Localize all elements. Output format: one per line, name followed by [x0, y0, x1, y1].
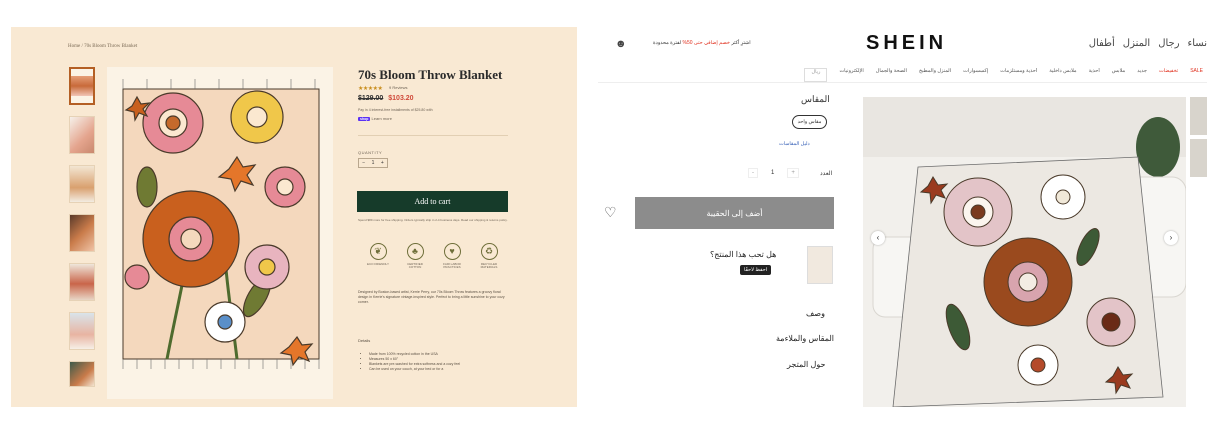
price-original: $129.00: [358, 95, 384, 102]
side-thumbnails: [1190, 97, 1207, 181]
add-to-bag-button[interactable]: أضف إلى الحقيبة: [635, 197, 834, 229]
category-item[interactable]: أحذية: [1089, 68, 1100, 82]
currency-select[interactable]: ريال: [804, 68, 828, 82]
category-item[interactable]: الصحة والجمال: [876, 68, 907, 82]
category-item[interactable]: SALE: [1190, 68, 1203, 82]
thumbnail-6[interactable]: [69, 312, 95, 350]
leaf-icon: ❦: [369, 243, 387, 260]
left-product-page: Home / 70s Bloom Throw Blanket 70s Bloom…: [11, 27, 577, 407]
badge-1: ❦ ECO FRIENDLY: [366, 243, 390, 270]
quantity-stepper: - 1 +: [748, 165, 806, 181]
product-title: 70s Bloom Throw Blanket: [358, 67, 503, 82]
product-photo[interactable]: ‹ ›: [863, 97, 1186, 407]
brand-logo[interactable]: SHEIN: [866, 32, 947, 55]
price-sale: $103.20: [388, 95, 414, 102]
recycle-icon: ♻: [480, 243, 498, 260]
qty-minus-button[interactable]: -: [748, 168, 758, 178]
breadcrumb[interactable]: Home / 70s Bloom Throw Blanket: [68, 44, 137, 49]
shipping-note: Spend $89 more for free shipping. Orders…: [358, 218, 508, 222]
details-heading: Details: [358, 338, 371, 343]
rating-stars[interactable]: ★★★★★: [358, 85, 383, 92]
tree-icon: ♣: [406, 243, 424, 260]
category-item[interactable]: تخفيضات: [1159, 68, 1178, 82]
shop-pay-logo: shop: [358, 117, 371, 121]
user-icon[interactable]: ☻: [615, 38, 627, 50]
promo-banner[interactable]: اشترِ أكثر خصم إضافي حتى 50% لفترة محدود…: [653, 40, 751, 46]
promo-suffix: لفترة محدودة: [653, 40, 682, 46]
right-product-page: ☻ اشترِ أكثر خصم إضافي حتى 50% لفترة محد…: [598, 27, 1207, 407]
reviews-count[interactable]: 9 Reviews: [389, 85, 407, 90]
badge-3: ♥ FAIR LABOR PRACTICES: [440, 243, 464, 270]
category-item[interactable]: أحذية ومستلزمات: [1000, 68, 1037, 82]
quantity-label: QUANTITY: [358, 150, 383, 155]
heart-icon: ♥: [443, 243, 461, 260]
blanket-on-sofa-photo: [863, 97, 1186, 407]
category-item[interactable]: جديد: [1137, 68, 1147, 82]
qty-value[interactable]: 1: [372, 160, 375, 166]
thumbnail-1[interactable]: [69, 67, 95, 105]
next-image-button[interactable]: ›: [1164, 231, 1178, 245]
top-nav: نساء رجال المنزل أطفال: [1089, 38, 1207, 49]
quantity-label: العدد: [820, 171, 833, 177]
category-item[interactable]: الإلكترونيات: [839, 68, 863, 82]
product-main-image[interactable]: [107, 67, 333, 399]
thumbnail-7[interactable]: [69, 361, 95, 387]
header: ☻ اشترِ أكثر خصم إضافي حتى 50% لفترة محد…: [598, 27, 1207, 63]
thumbnail-2[interactable]: [69, 116, 95, 154]
learn-more-link[interactable]: Learn more: [372, 116, 392, 121]
badge-2: ♣ CERTIFIED COTTON: [403, 243, 427, 270]
thumbnail-list: [69, 67, 97, 398]
nav-item[interactable]: رجال: [1158, 38, 1179, 49]
category-nav: SALE تخفيضات جديد ملابس أحذية ملابس داخل…: [598, 68, 1207, 83]
side-thumbnail[interactable]: [1190, 97, 1207, 135]
badge-label: CERTIFIED COTTON: [407, 262, 423, 270]
nav-item[interactable]: أطفال: [1089, 38, 1115, 49]
thumbnail-3[interactable]: [69, 165, 95, 203]
add-to-cart-button[interactable]: Add to cart: [357, 191, 508, 212]
shop-pay-row: shop Learn more: [358, 116, 392, 121]
like-question[interactable]: هل تحب هذا المنتج؟: [710, 250, 776, 259]
badges-row: ❦ ECO FRIENDLY ♣ CERTIFIED COTTON ♥ FAIR…: [366, 243, 501, 270]
promo-prefix: اشترِ أكثر: [731, 40, 751, 46]
quantity-stepper: − 1 +: [358, 158, 388, 168]
badge-label: RECYCLED MATERIALS: [480, 262, 498, 270]
category-item[interactable]: ملابس داخلية: [1049, 68, 1076, 82]
qty-plus-button[interactable]: +: [787, 168, 799, 178]
wishlist-heart-icon[interactable]: ♡: [604, 204, 617, 221]
installments-text: Pay in 4 interest-free installments of $…: [358, 108, 433, 112]
about-store-section[interactable]: حول المتجر: [787, 360, 825, 369]
badge-label: FAIR LABOR PRACTICES: [443, 262, 461, 270]
category-item[interactable]: ملابس: [1112, 68, 1125, 82]
price: $129.00 $103.20: [358, 95, 414, 102]
thumbnail-4[interactable]: [69, 214, 95, 252]
badge-4: ♻ RECYCLED MATERIALS: [477, 243, 501, 270]
list-item: Can be used on your couch, at your bed o…: [369, 367, 514, 372]
qty-plus-button[interactable]: +: [381, 160, 384, 166]
divider: [358, 135, 508, 136]
size-label: المقاس: [801, 94, 830, 104]
details-list: Made from 100% recycled cotton in the US…: [363, 352, 514, 372]
promo-highlight: خصم إضافي حتى 50%: [682, 40, 730, 46]
badge-label: ECO FRIENDLY: [367, 262, 389, 266]
product-description: Designed by Boston-based artist, Kerrie …: [358, 290, 505, 305]
blanket-artwork: [122, 79, 320, 369]
tooltip: احفظ لاحقًا: [740, 265, 772, 275]
description-section[interactable]: وصف: [806, 309, 825, 318]
category-item[interactable]: المنزل والمطبخ: [919, 68, 951, 82]
nav-item[interactable]: المنزل: [1123, 38, 1150, 49]
category-item[interactable]: إكسسوارات: [963, 68, 988, 82]
qty-minus-button[interactable]: −: [362, 160, 365, 166]
side-thumbnail[interactable]: [1190, 139, 1207, 177]
size-guide-link[interactable]: دليل المقاسات: [779, 141, 810, 147]
thumbnail-5[interactable]: [69, 263, 95, 301]
qty-value[interactable]: 1: [768, 169, 777, 177]
like-product-thumbnail[interactable]: [807, 246, 833, 284]
size-option-button[interactable]: مقاس واحد: [792, 115, 827, 129]
size-fit-section[interactable]: المقاس والملاءمة: [776, 334, 834, 343]
prev-image-button[interactable]: ‹: [871, 231, 885, 245]
nav-item[interactable]: نساء: [1188, 38, 1207, 49]
